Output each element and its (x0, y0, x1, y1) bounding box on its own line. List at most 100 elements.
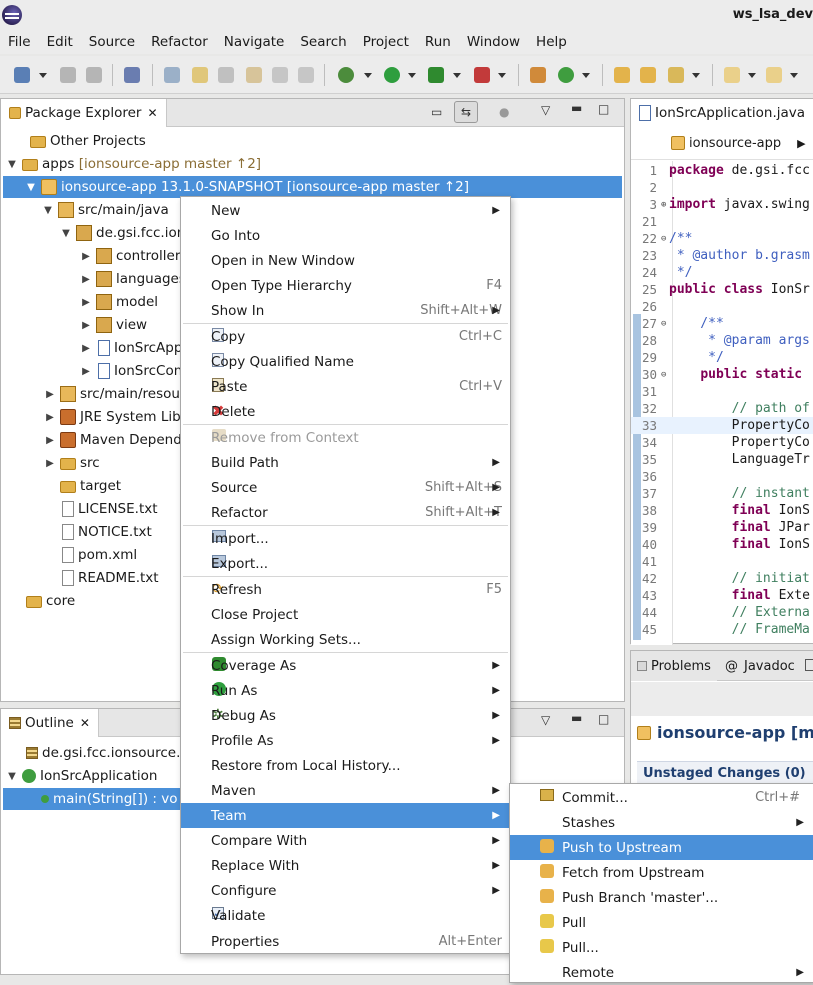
menu-run[interactable]: Run (417, 34, 459, 50)
view-menu-icon[interactable]: ▽ (541, 713, 550, 727)
package-explorer-tab[interactable]: Package Explorer ✕ (1, 99, 167, 127)
save-all-icon[interactable] (86, 67, 102, 83)
code-line[interactable]: 22 ⊖/** (631, 230, 813, 247)
ctx-refresh[interactable]: ⟳ Refresh F5 (181, 577, 510, 602)
team-pull[interactable]: Pull... (510, 935, 813, 960)
new-class-dropdown-icon[interactable] (582, 73, 590, 78)
chevron-down-icon[interactable]: ▼ (60, 228, 72, 239)
chevron-down-icon[interactable]: ▼ (6, 771, 18, 782)
ctx-show-in[interactable]: Show In Shift+Alt+W ▶ (181, 298, 510, 323)
code-line[interactable]: 42 // initiat (631, 570, 813, 587)
ctx-configure[interactable]: Configure ▶ (181, 878, 510, 903)
search-dropdown-icon[interactable] (692, 73, 700, 78)
tree-item-package[interactable]: ▼ de.gsi.fcc.ion (60, 222, 185, 244)
chevron-down-icon[interactable]: ▼ (6, 159, 18, 170)
ctx-maven[interactable]: Maven ▶ (181, 778, 510, 803)
chevron-right-icon[interactable]: ▶ (80, 343, 92, 354)
ctx-team[interactable]: Team ▶ (181, 803, 510, 828)
ctx-restore-from-local-history[interactable]: Restore from Local History... (181, 753, 510, 778)
ctx-open-type-hierarchy[interactable]: Open Type Hierarchy F4 (181, 273, 510, 298)
code-line[interactable]: 44 // Externa (631, 604, 813, 621)
chevron-down-icon[interactable]: ▼ (25, 182, 37, 193)
ctx-refactor[interactable]: Refactor Shift+Alt+T ▶ (181, 500, 510, 525)
mark-icon[interactable] (246, 67, 262, 83)
ctx-source[interactable]: Source Shift+Alt+S ▶ (181, 475, 510, 500)
tree-item-src-main-java[interactable]: ▼ src/main/java (42, 199, 169, 221)
code-line[interactable]: 30 ⊖ public static (631, 366, 813, 383)
tree-item-src[interactable]: ▶ src (44, 452, 100, 474)
ctx-remove-from-context[interactable]: Remove from Context (181, 425, 510, 450)
outline-item-main[interactable]: main(String[]) : vo (3, 788, 183, 810)
menu-source[interactable]: Source (81, 34, 143, 50)
chevron-right-icon[interactable]: ▶ (80, 251, 92, 262)
code-line[interactable]: 41 (631, 553, 813, 570)
code-line[interactable]: 25 public class IonSr (631, 281, 813, 298)
fold-toggle-icon[interactable]: ⊖ (661, 234, 669, 244)
filter-icon[interactable]: ● (499, 105, 509, 119)
tree-item-core[interactable]: core (10, 590, 75, 612)
chevron-right-icon[interactable]: ▶ (44, 458, 56, 469)
tree-item-model[interactable]: ▶ model (80, 291, 158, 313)
code-line[interactable]: 35 LanguageTr (631, 451, 813, 468)
editor-tab[interactable]: IonSrcApplication.java (631, 99, 813, 127)
tree-item-view[interactable]: ▶ view (80, 314, 147, 336)
ctx-run-as[interactable]: Run As ▶ (181, 678, 510, 703)
block-icon[interactable] (272, 67, 288, 83)
ctx-build-path[interactable]: Build Path ▶ (181, 450, 510, 475)
fold-toggle-icon[interactable]: ⊖ (661, 370, 669, 380)
tree-item-notice[interactable]: NOTICE.txt (44, 521, 152, 543)
collapse-all-icon[interactable]: ▭ (431, 105, 442, 119)
ctx-assign-working-sets[interactable]: Assign Working Sets... (181, 627, 510, 652)
team-commit[interactable]: Commit... Ctrl+# (510, 785, 813, 810)
next-edit-dropdown-icon[interactable] (748, 73, 756, 78)
fold-toggle-icon[interactable]: ⊕ (661, 200, 669, 210)
ctx-close-project[interactable]: Close Project (181, 602, 510, 627)
ctx-coverage-as[interactable]: Coverage As ▶ (181, 653, 510, 678)
code-line[interactable]: 3 ⊕ import javax.swing (631, 196, 813, 213)
prev-edit-dropdown-icon[interactable] (790, 73, 798, 78)
ctx-compare-with[interactable]: Compare With ▶ (181, 828, 510, 853)
code-line[interactable]: 34 PropertyCo (631, 434, 813, 451)
chevron-down-icon[interactable]: ▼ (42, 205, 54, 216)
pilcrow-icon[interactable] (298, 67, 314, 83)
ctx-copy-qualified-name[interactable]: Copy Qualified Name (181, 349, 510, 374)
maximize-icon[interactable]: □ (598, 712, 609, 726)
highlight-icon[interactable] (192, 67, 208, 83)
team-push-branch-master[interactable]: Push Branch 'master'... (510, 885, 813, 910)
chevron-right-icon[interactable]: ▶ (80, 320, 92, 331)
link-with-editor-icon[interactable]: ⇆ (454, 101, 478, 123)
close-icon[interactable]: ✕ (80, 716, 90, 730)
team-push-to-upstream[interactable]: Push to Upstream (510, 835, 813, 860)
code-line[interactable]: 27 ⊖ /** (631, 315, 813, 332)
unstaged-changes-header[interactable]: Unstaged Changes (0) (637, 761, 813, 785)
maximize-icon[interactable]: □ (598, 102, 609, 116)
ctx-delete[interactable]: ✖ Delete (181, 399, 510, 424)
tree-item-apps[interactable]: ▼ apps [ionsource-app master ↑2] (6, 153, 261, 175)
menu-file[interactable]: File (0, 34, 39, 50)
code-line[interactable]: 45 // FrameMa (631, 621, 813, 638)
team-fetch-from-upstream[interactable]: Fetch from Upstream (510, 860, 813, 885)
debug-dropdown-icon[interactable] (364, 73, 372, 78)
team-remote[interactable]: Remote ▶ (510, 960, 813, 985)
menu-help[interactable]: Help (528, 34, 575, 50)
chevron-right-icon[interactable]: ▶ (80, 366, 92, 377)
pin-icon[interactable] (124, 67, 140, 83)
coverage-dropdown-icon[interactable] (453, 73, 461, 78)
ctx-import[interactable]: Import... (181, 526, 510, 551)
new-dropdown-icon[interactable] (39, 73, 47, 78)
tree-item-languages[interactable]: ▶ languages (80, 268, 186, 290)
code-line[interactable]: 37 // instant (631, 485, 813, 502)
tree-item-ionsrcapp[interactable]: ▶ IonSrcApp (80, 337, 182, 359)
tree-item-ionsrccon[interactable]: ▶ IonSrcCon (80, 360, 182, 382)
code-line[interactable]: 21 (631, 213, 813, 230)
menu-project[interactable]: Project (355, 34, 417, 50)
close-icon[interactable]: ✕ (147, 106, 157, 120)
external-tools-dropdown-icon[interactable] (498, 73, 506, 78)
code-line[interactable]: 36 (631, 468, 813, 485)
tree-item-license[interactable]: LICENSE.txt (44, 498, 158, 520)
ctx-go-into[interactable]: Go Into (181, 223, 510, 248)
ctx-open-in-new-window[interactable]: Open in New Window (181, 248, 510, 273)
team-pull[interactable]: Pull (510, 910, 813, 935)
tree-item-target[interactable]: target (44, 475, 121, 497)
chevron-right-icon[interactable]: ▶ (44, 412, 56, 423)
